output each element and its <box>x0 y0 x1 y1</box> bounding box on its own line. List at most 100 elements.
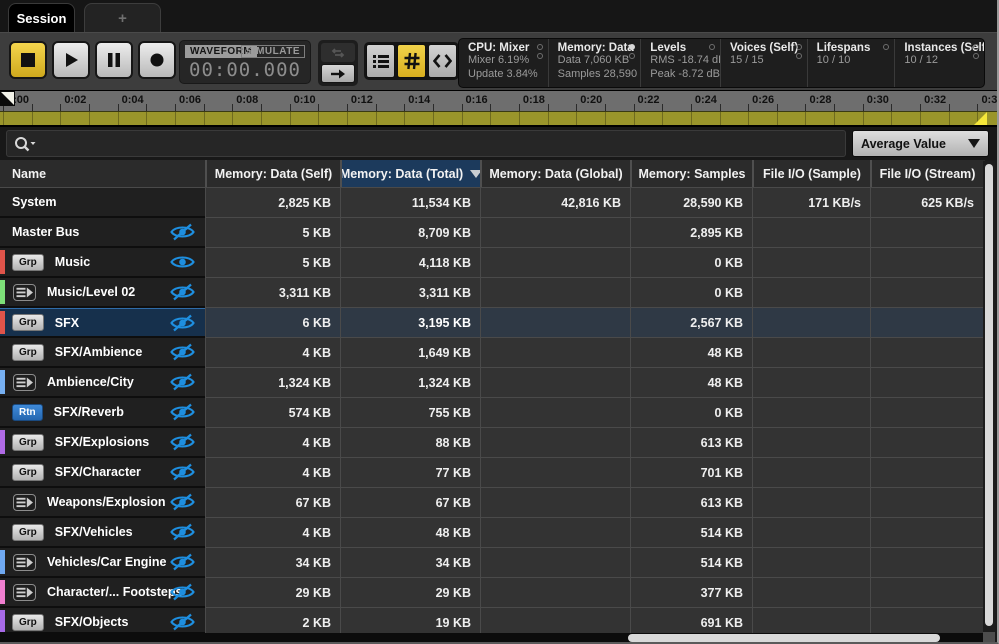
value-cell-file-i-o-sample[interactable] <box>752 278 870 308</box>
value-cell-memory-data-global[interactable] <box>480 338 630 368</box>
column-header-file-i-o-stream[interactable]: File I/O (Stream) <box>870 160 983 187</box>
value-cell-memory-data-self[interactable]: 67 KB <box>205 488 340 518</box>
value-cell-memory-data-global[interactable] <box>480 218 630 248</box>
column-header-name[interactable]: Name <box>0 160 205 187</box>
value-cell-memory-samples[interactable]: 0 KB <box>630 398 752 428</box>
aggregation-dropdown[interactable]: Average Value <box>852 130 989 157</box>
follow-button[interactable] <box>321 64 355 83</box>
value-cell-memory-data-global[interactable] <box>480 368 630 398</box>
value-cell-file-i-o-stream[interactable]: 625 KB/s <box>870 188 983 218</box>
visibility-off-eye-icon[interactable] <box>169 463 196 481</box>
value-cell-file-i-o-stream[interactable] <box>870 518 983 548</box>
value-cell-memory-samples[interactable]: 48 KB <box>630 338 752 368</box>
value-cell-memory-data-global[interactable]: 42,816 KB <box>480 188 630 218</box>
name-cell[interactable]: GrpSFX/Vehicles <box>0 518 205 548</box>
counter-memory-data[interactable]: Memory: DataData 7,060 KBSamples 28,590 … <box>548 39 641 87</box>
column-header-memory-data-total[interactable]: Memory: Data (Total) <box>340 160 480 187</box>
table-row-vehicles-car-engine[interactable]: Vehicles/Car Engine 34 KB34 KB514 KB <box>0 548 985 578</box>
column-header-memory-data-global[interactable]: Memory: Data (Global) <box>480 160 630 187</box>
value-cell-file-i-o-sample[interactable]: 171 KB/s <box>752 188 870 218</box>
table-row-sfx-character[interactable]: GrpSFX/Character 4 KB77 KB701 KB <box>0 458 985 488</box>
value-cell-file-i-o-sample[interactable] <box>752 368 870 398</box>
view-list-button[interactable] <box>366 44 395 78</box>
name-cell[interactable]: Weapons/Explosion <box>0 488 205 518</box>
table-row-sfx-vehicles[interactable]: GrpSFX/Vehicles 4 KB48 KB514 KB <box>0 518 985 548</box>
value-cell-file-i-o-stream[interactable] <box>870 458 983 488</box>
value-cell-memory-samples[interactable]: 377 KB <box>630 578 752 608</box>
value-cell-memory-data-total[interactable]: 48 KB <box>340 518 480 548</box>
value-cell-memory-data-global[interactable] <box>480 578 630 608</box>
value-cell-memory-data-global[interactable] <box>480 518 630 548</box>
value-cell-memory-data-self[interactable]: 4 KB <box>205 338 340 368</box>
value-cell-file-i-o-stream[interactable] <box>870 218 983 248</box>
table-row-weapons-explosion[interactable]: Weapons/Explosion 67 KB67 KB613 KB <box>0 488 985 518</box>
table-row-system[interactable]: System2,825 KB11,534 KB42,816 KB28,590 K… <box>0 188 985 218</box>
value-cell-file-i-o-stream[interactable] <box>870 488 983 518</box>
value-cell-file-i-o-sample[interactable] <box>752 608 870 633</box>
value-cell-file-i-o-stream[interactable] <box>870 578 983 608</box>
value-cell-memory-data-total[interactable]: 19 KB <box>340 608 480 633</box>
value-cell-memory-data-total[interactable]: 8,709 KB <box>340 218 480 248</box>
visibility-off-eye-icon[interactable] <box>169 283 196 301</box>
name-cell[interactable]: RtnSFX/Reverb <box>0 398 205 428</box>
record-button[interactable] <box>138 41 176 79</box>
value-cell-file-i-o-sample[interactable] <box>752 458 870 488</box>
value-cell-memory-samples[interactable]: 48 KB <box>630 368 752 398</box>
value-cell-memory-data-self[interactable]: 6 KB <box>205 308 340 338</box>
value-cell-memory-data-self[interactable]: 1,324 KB <box>205 368 340 398</box>
visibility-off-eye-icon[interactable] <box>169 433 196 451</box>
play-button[interactable] <box>52 41 90 79</box>
value-cell-memory-data-global[interactable] <box>480 308 630 338</box>
value-cell-memory-samples[interactable]: 2,895 KB <box>630 218 752 248</box>
visibility-off-eye-icon[interactable] <box>169 314 196 332</box>
pause-button[interactable] <box>95 41 133 79</box>
value-cell-file-i-o-stream[interactable] <box>870 548 983 578</box>
name-cell[interactable]: Ambience/City <box>0 368 205 398</box>
value-cell-file-i-o-sample[interactable] <box>752 398 870 428</box>
visibility-off-eye-icon[interactable] <box>169 553 196 571</box>
vertical-scrollbar[interactable] <box>983 161 995 632</box>
value-cell-file-i-o-sample[interactable] <box>752 308 870 338</box>
name-cell[interactable]: GrpSFX/Explosions <box>0 428 205 458</box>
value-cell-memory-data-total[interactable]: 3,311 KB <box>340 278 480 308</box>
name-cell[interactable]: Character/... Footsteps <box>0 578 205 608</box>
column-header-file-i-o-sample[interactable]: File I/O (Sample) <box>752 160 870 187</box>
horizontal-scrollbar[interactable] <box>205 633 985 643</box>
value-cell-memory-data-self[interactable]: 34 KB <box>205 548 340 578</box>
name-cell[interactable]: GrpSFX/Objects <box>0 608 205 633</box>
value-cell-memory-data-global[interactable] <box>480 548 630 578</box>
value-cell-memory-data-self[interactable]: 29 KB <box>205 578 340 608</box>
visibility-off-eye-icon[interactable] <box>169 523 196 541</box>
value-cell-memory-samples[interactable]: 701 KB <box>630 458 752 488</box>
value-cell-memory-data-self[interactable]: 5 KB <box>205 218 340 248</box>
value-cell-memory-data-global[interactable] <box>480 458 630 488</box>
value-cell-memory-data-total[interactable]: 3,195 KB <box>340 308 480 338</box>
timeline-ruler[interactable]: 0:000:020:040:060:080:100:120:140:160:18… <box>0 90 997 127</box>
value-cell-file-i-o-sample[interactable] <box>752 488 870 518</box>
counter-levels[interactable]: LevelsRMS -18.74 dBPeak -8.72 dB <box>640 39 720 87</box>
table-row-sfx-reverb[interactable]: RtnSFX/Reverb 574 KB755 KB0 KB <box>0 398 985 428</box>
value-cell-file-i-o-sample[interactable] <box>752 248 870 278</box>
value-cell-file-i-o-sample[interactable] <box>752 218 870 248</box>
value-cell-memory-samples[interactable]: 691 KB <box>630 608 752 633</box>
table-row-music[interactable]: GrpMusic 5 KB4,118 KB0 KB <box>0 248 985 278</box>
name-cell[interactable]: Music/Level 02 <box>0 278 205 308</box>
table-row-sfx-explosions[interactable]: GrpSFX/Explosions 4 KB88 KB613 KB <box>0 428 985 458</box>
value-cell-memory-samples[interactable]: 0 KB <box>630 248 752 278</box>
value-cell-file-i-o-stream[interactable] <box>870 398 983 428</box>
loop-button[interactable] <box>321 43 355 62</box>
visibility-off-eye-icon[interactable] <box>169 373 196 391</box>
playhead-marker[interactable] <box>0 91 15 106</box>
value-cell-memory-data-self[interactable]: 4 KB <box>205 458 340 488</box>
value-cell-file-i-o-stream[interactable] <box>870 308 983 338</box>
table-row-music-level-02[interactable]: Music/Level 02 3,311 KB3,311 KB0 KB <box>0 278 985 308</box>
value-cell-memory-data-self[interactable]: 5 KB <box>205 248 340 278</box>
counter-instances-self[interactable]: Instances (Self)10 / 12 <box>894 39 984 87</box>
name-cell[interactable]: Vehicles/Car Engine <box>0 548 205 578</box>
value-cell-file-i-o-sample[interactable] <box>752 578 870 608</box>
table-row-sfx[interactable]: GrpSFX 6 KB3,195 KB2,567 KB <box>0 308 985 338</box>
table-row-character-footsteps[interactable]: Character/... Footsteps 29 KB29 KB377 KB <box>0 578 985 608</box>
value-cell-memory-data-global[interactable] <box>480 398 630 428</box>
value-cell-memory-samples[interactable]: 28,590 KB <box>630 188 752 218</box>
value-cell-memory-data-total[interactable]: 1,324 KB <box>340 368 480 398</box>
